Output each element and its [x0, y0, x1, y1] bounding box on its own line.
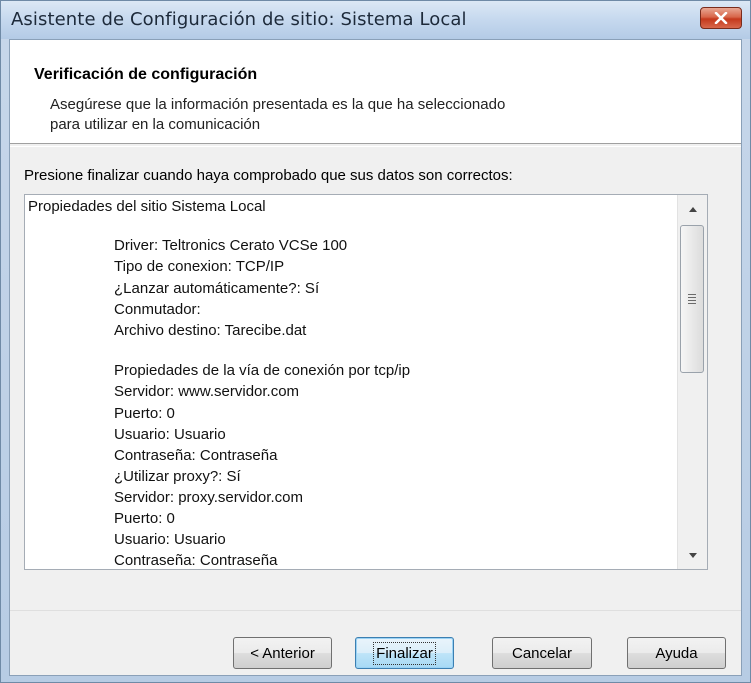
summary-line: Puerto: 0: [114, 405, 175, 422]
summary-line: Usuario: Usuario: [114, 531, 226, 548]
button-bar: < Anterior Finalizar Cancelar Ayuda: [10, 610, 741, 676]
summary-line: Propiedades del sitio Sistema Local: [28, 198, 266, 215]
finish-button-label: Finalizar: [373, 641, 436, 665]
help-button[interactable]: Ayuda: [627, 637, 726, 669]
close-icon: [714, 12, 728, 24]
page-subtitle: Asegúrese que la información presentada …: [50, 95, 650, 135]
vertical-scrollbar[interactable]: [677, 195, 707, 569]
summary-line: ¿Utilizar proxy?: Sí: [114, 468, 241, 485]
page-subtitle-line-1: Asegúrese que la información presentada …: [50, 96, 506, 113]
summary-line: Contraseña: Contraseña: [114, 552, 278, 569]
scroll-down-button[interactable]: [678, 541, 707, 569]
summary-line: Conmutador:: [114, 301, 201, 318]
scrollbar-thumb[interactable]: [680, 225, 704, 373]
window-title: Asistente de Configuración de sitio: Sis…: [11, 9, 467, 30]
page-title: Verificación de configuración: [34, 66, 258, 83]
summary-line: Tipo de conexion: TCP/IP: [114, 258, 285, 275]
wizard-header: Verificación de configuración Asegúrese …: [10, 40, 741, 144]
page-subtitle-line-2: para utilizar en la comunicación: [50, 116, 261, 133]
summary-textbox[interactable]: Propiedades del sitio Sistema Local Driv…: [24, 194, 708, 570]
finish-button[interactable]: Finalizar: [355, 637, 454, 669]
cancel-button[interactable]: Cancelar: [492, 637, 592, 669]
back-button[interactable]: < Anterior: [233, 637, 332, 669]
summary-line: Usuario: Usuario: [114, 426, 226, 443]
wizard-client-area: Verificación de configuración Asegúrese …: [9, 39, 742, 676]
header-divider: [10, 143, 741, 147]
scroll-down-arrow-icon: [688, 552, 697, 558]
summary-line: Servidor: proxy.servidor.com: [114, 489, 303, 506]
wizard-window: Asistente de Configuración de sitio: Sis…: [0, 0, 751, 683]
summary-line: Propiedades de la vía de conexión por tc…: [114, 362, 411, 379]
close-button[interactable]: [700, 7, 742, 29]
summary-line: Archivo destino: Tarecibe.dat: [114, 322, 307, 339]
summary-line: Puerto: 0: [114, 510, 175, 527]
scroll-up-button[interactable]: [678, 195, 707, 223]
scroll-up-arrow-icon: [688, 206, 697, 212]
summary-line: Driver: Teltronics Cerato VCSe 100: [114, 237, 348, 254]
summary-line: Servidor: www.servidor.com: [114, 383, 300, 400]
summary-line: Contraseña: Contraseña: [114, 447, 278, 464]
instruction-label: Presione finalizar cuando haya comprobad…: [24, 167, 513, 184]
title-bar[interactable]: Asistente de Configuración de sitio: Sis…: [1, 1, 750, 39]
summary-line: ¿Lanzar automáticamente?: Sí: [114, 280, 320, 297]
scroll-grip-icon: [688, 294, 696, 304]
